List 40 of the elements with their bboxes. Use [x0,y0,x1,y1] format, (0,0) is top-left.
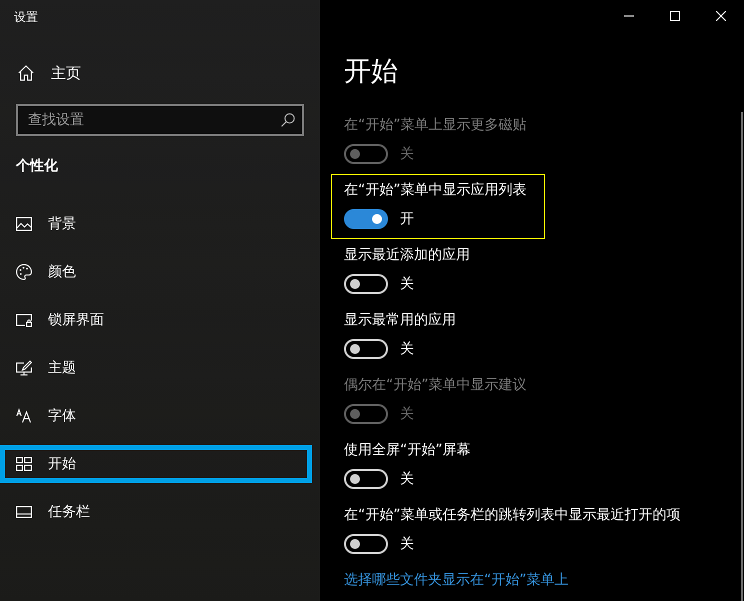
nav-item[interactable]: 颜色 [0,253,312,291]
nav-item[interactable]: 主题 [0,349,312,387]
toggle-switch[interactable] [344,209,388,229]
toggle-state-text: 关 [400,145,414,164]
toggle-state-text: 关 [400,470,414,489]
page-title: 开始 [344,55,398,89]
home-link[interactable]: 主页 [0,53,87,93]
section-heading: 个性化 [16,157,58,176]
home-icon [18,65,34,81]
letters-icon [16,408,32,424]
scrollbar[interactable] [741,112,743,601]
monitor-pen-icon [16,360,32,376]
picture-icon [16,216,32,232]
setting-label: 在“开始”菜单上显示更多磁贴 [344,116,527,135]
search-field[interactable]: 查找设置 [16,104,304,136]
setting-label: 显示最近添加的应用 [344,246,470,265]
taskbar-icon [16,504,32,520]
folders-link[interactable]: 选择哪些文件夹显示在“开始”菜单上 [344,570,569,590]
setting-label: 在“开始”菜单或任务栏的跳转列表中显示最近打开的项 [344,506,681,525]
nav-item[interactable]: 任务栏 [0,493,312,531]
toggle-state-text: 关 [400,405,414,424]
toggle-state-text: 关 [400,275,414,294]
nav-item[interactable]: 开始 [0,445,312,483]
setting-label: 偶尔在“开始”菜单中显示建议 [344,376,527,395]
maximize-icon [670,11,680,21]
nav-item[interactable]: 背景 [0,205,312,243]
search-icon [281,113,295,127]
tiles-icon [16,456,32,472]
toggle-state-text: 关 [400,340,414,359]
nav-item[interactable]: 字体 [0,397,312,435]
toggle-state-text: 开 [400,210,414,229]
setting-label: 显示最常用的应用 [344,311,456,330]
window-title: 设置 [14,9,38,26]
nav-item[interactable]: 锁屏界面 [0,301,312,339]
setting-label: 在“开始”菜单中显示应用列表 [344,181,527,200]
close-icon [716,11,726,21]
lock-screen-icon [16,312,32,328]
toggle-state-text: 关 [400,535,414,554]
setting-label: 使用全屏“开始”屏幕 [344,441,471,460]
palette-icon [16,264,32,280]
